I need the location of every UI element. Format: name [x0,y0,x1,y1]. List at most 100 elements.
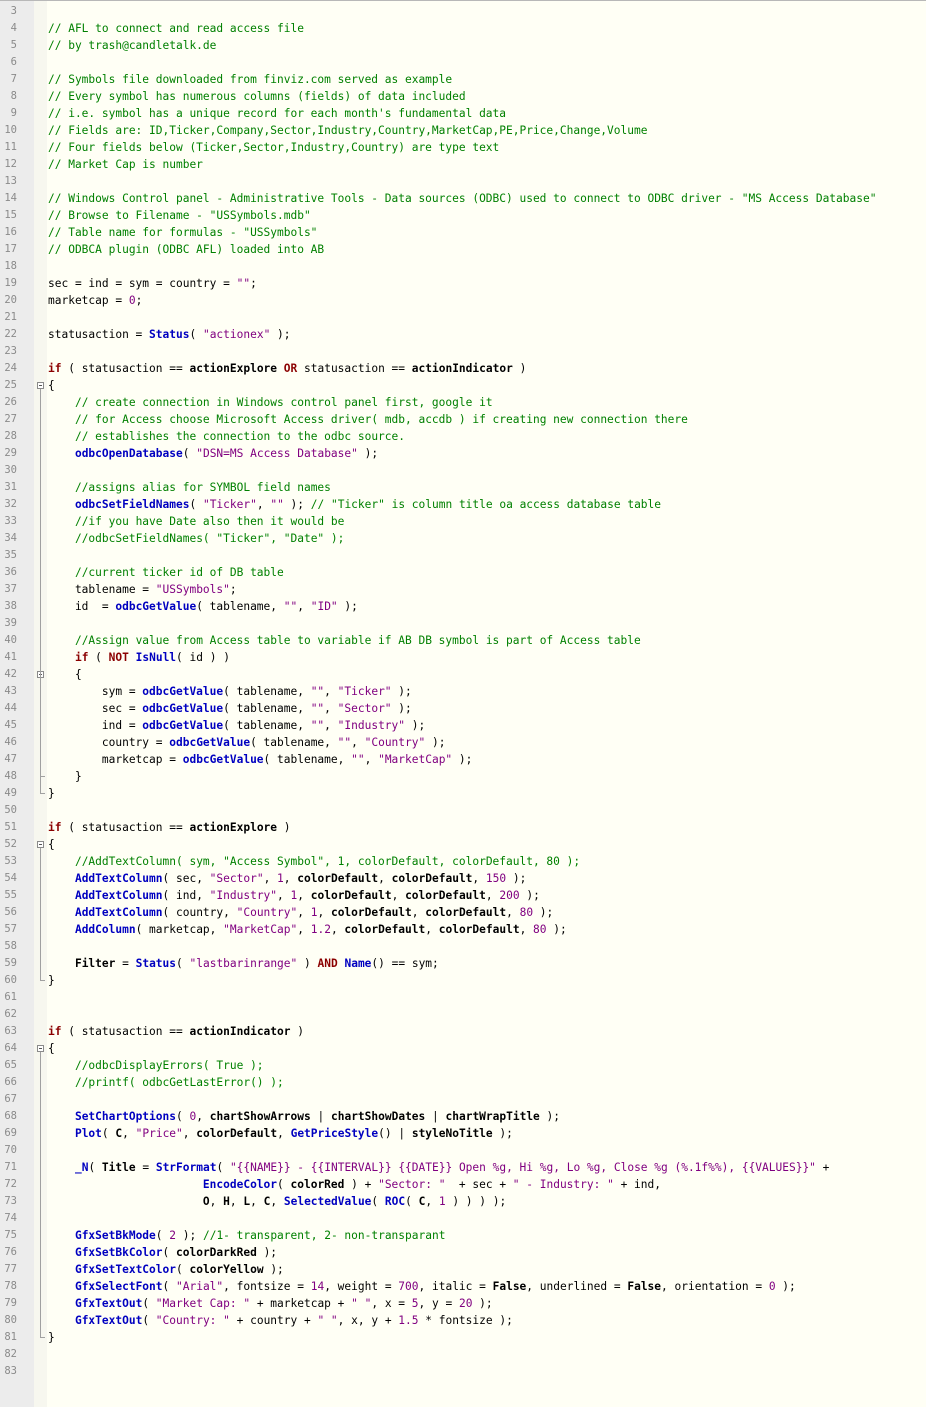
code-line[interactable]: 69 Plot( C, "Price", colorDefault, GetPr… [0,1125,926,1142]
code-line[interactable]: 53 //AddTextColumn( sym, "Access Symbol"… [0,853,926,870]
code-token: odbcGetValue [115,600,197,613]
code-line[interactable]: 32 odbcSetFieldNames( "Ticker", "" ); //… [0,496,926,513]
code-line[interactable]: 78 GfxSelectFont( "Arial", fontsize = 14… [0,1278,926,1295]
code-line[interactable]: 30 [0,462,926,479]
code-line[interactable]: 15 // Browse to Filename - "USSymbols.mdb… [0,207,926,224]
code-line[interactable]: 67 [0,1091,926,1108]
code-line[interactable]: 5 // by trash@candletalk.de [0,37,926,54]
code-line[interactable]: 47 marketcap = odbcGetValue( tablename, … [0,751,926,768]
code-line[interactable]: 55 AddTextColumn( ind, "Industry", 1, co… [0,887,926,904]
code-line[interactable]: 23 [0,343,926,360]
code-line[interactable]: 14 // Windows Control panel - Administrat… [0,190,926,207]
code-token: ( [142,1297,156,1310]
code-token: ( [176,1110,190,1123]
code-line[interactable]: 26 // create connection in Windows contr… [0,394,926,411]
code-line[interactable]: 35 [0,547,926,564]
code-line[interactable]: 83 [0,1363,926,1380]
code-line[interactable]: 19 sec = ind = sym = country = ""; [0,275,926,292]
code-line[interactable]: 48 } [0,768,926,785]
code-line[interactable]: 41 if ( NOT IsNull( id ) ) [0,649,926,666]
code-line[interactable]: 68 SetChartOptions( 0, chartShowArrows |… [0,1108,926,1125]
code-line[interactable]: 17 // ODBCA plugin (ODBC AFL) loaded into… [0,241,926,258]
code-token: , x, y + [337,1314,399,1327]
code-line[interactable]: 59 Filter = Status( "lastbarinrange" ) A… [0,955,926,972]
code-line[interactable]: 50 [0,802,926,819]
code-line[interactable]: 13 [0,173,926,190]
code-line[interactable]: 29 odbcOpenDatabase( "DSN=MS Access Data… [0,445,926,462]
code-token: ); [425,736,446,749]
code-line[interactable]: 77 GfxSetTextColor( colorYellow ); [0,1261,926,1278]
code-line[interactable]: 21 [0,309,926,326]
code-line[interactable]: 58 [0,938,926,955]
code-line[interactable]: 56 AddTextColumn( country, "Country", 1,… [0,904,926,921]
code-token: "" [283,600,298,613]
code-line[interactable]: 49} [0,785,926,802]
code-line[interactable]: 31 //assigns alias for SYMBOL field name… [0,479,926,496]
code-line[interactable]: 70 [0,1142,926,1159]
code-line[interactable]: 64 { [0,1040,926,1057]
code-line[interactable]: 45 ind = odbcGetValue( tablename, "", "I… [0,717,926,734]
code-line[interactable]: 28 // establishes the connection to the … [0,428,926,445]
code-line[interactable]: 3 [0,3,926,20]
code-line[interactable]: 42 { [0,666,926,683]
code-line[interactable]: 80 GfxTextOut( "Country: " + country + "… [0,1312,926,1329]
code-line[interactable]: 4 // AFL to connect and read access file [0,20,926,37]
line-number: 79 [4,1297,17,1309]
code-token: chartWrapTitle [445,1110,540,1123]
code-line[interactable]: 62 [0,1006,926,1023]
code-line[interactable]: 74 [0,1210,926,1227]
code-line[interactable]: 6 [0,54,926,71]
code-line[interactable]: 34 //odbcSetFieldNames( "Ticker", "Date"… [0,530,926,547]
code-line[interactable]: 7 // Symbols file downloaded from finviz.… [0,71,926,88]
code-line[interactable]: 73 O, H, L, C, SelectedValue( ROC( C, 1 … [0,1193,926,1210]
code-line[interactable]: 60} [0,972,926,989]
code-line[interactable]: 22 statusaction = Status( "actionex" ); [0,326,926,343]
code-line[interactable]: 8 // Every symbol has numerous columns (f… [0,88,926,105]
code-line[interactable]: 27 // for Access choose Microsoft Access… [0,411,926,428]
code-token: " " [351,1297,372,1310]
code-line[interactable]: 43 sym = odbcGetValue( tablename, "", "T… [0,683,926,700]
code-line[interactable]: 75 GfxSetBkMode( 2 ); //1- transparent, … [0,1227,926,1244]
code-editor[interactable]: 3 4// AFL to connect and read access file… [0,0,926,1407]
code-line[interactable]: 82 [0,1346,926,1363]
code-token: colorDefault [196,1127,278,1140]
code-line[interactable]: 66 //printf( odbcGetLastError() ); [0,1074,926,1091]
fold-toggle-icon[interactable] [37,841,44,848]
code-token: styleNoTitle [411,1127,493,1140]
code-line[interactable]: 33 //if you have Date also then it would… [0,513,926,530]
code-line[interactable]: 63 if ( statusaction == actionIndicator ) [0,1023,926,1040]
line-code: } [48,785,55,802]
code-line[interactable]: 61 [0,989,926,1006]
code-line[interactable]: 11 // Four fields below (Ticker,Sector,In… [0,139,926,156]
code-line[interactable]: 44 sec = odbcGetValue( tablename, "", "S… [0,700,926,717]
code-line[interactable]: 40 //Assign value from Access table to v… [0,632,926,649]
code-line[interactable]: 79 GfxTextOut( "Market Cap: " + marketca… [0,1295,926,1312]
code-token: ); [539,1110,561,1123]
code-line[interactable]: 12 // Market Cap is number [0,156,926,173]
code-line[interactable]: 36 //current ticker id of DB table [0,564,926,581]
code-line[interactable]: 51 if ( statusaction == actionExplore ) [0,819,926,836]
code-line[interactable]: 20 marketcap = 0; [0,292,926,309]
code-line[interactable]: 81} [0,1329,926,1346]
code-line[interactable]: 54 AddTextColumn( sec, "Sector", 1, colo… [0,870,926,887]
code-line[interactable]: 72 EncodeColor( colorRed ) + "Sector: " … [0,1176,926,1193]
code-line[interactable]: 65 //odbcDisplayErrors( True ); [0,1057,926,1074]
fold-toggle-icon[interactable] [37,1045,44,1052]
code-line[interactable]: 57 AddColumn( marketcap, "MarketCap", 1.… [0,921,926,938]
code-line[interactable]: 18 [0,258,926,275]
code-line[interactable]: 38 id = odbcGetValue( tablename, "", "ID… [0,598,926,615]
code-line[interactable]: 16 // Table name for formulas - "USSymbol… [0,224,926,241]
code-line[interactable]: 37 tablename = "USSymbols"; [0,581,926,598]
line-number: 13 [4,175,17,187]
code-line[interactable]: 25 { [0,377,926,394]
code-line[interactable]: 76 GfxSetBkColor( colorDarkRed ); [0,1244,926,1261]
code-line[interactable]: 39 [0,615,926,632]
code-line[interactable]: 9 // i.e. symbol has a unique record for … [0,105,926,122]
code-line[interactable]: 52 { [0,836,926,853]
code-line[interactable]: 46 country = odbcGetValue( tablename, ""… [0,734,926,751]
code-line[interactable]: 71 _N( Title = StrFormat( "{{NAME}} - {{… [0,1159,926,1176]
code-line[interactable]: 10 // Fields are: ID,Ticker,Company,Secto… [0,122,926,139]
fold-toggle-icon[interactable] [37,382,44,389]
code-line[interactable]: 24 if ( statusaction == actionExplore OR … [0,360,926,377]
